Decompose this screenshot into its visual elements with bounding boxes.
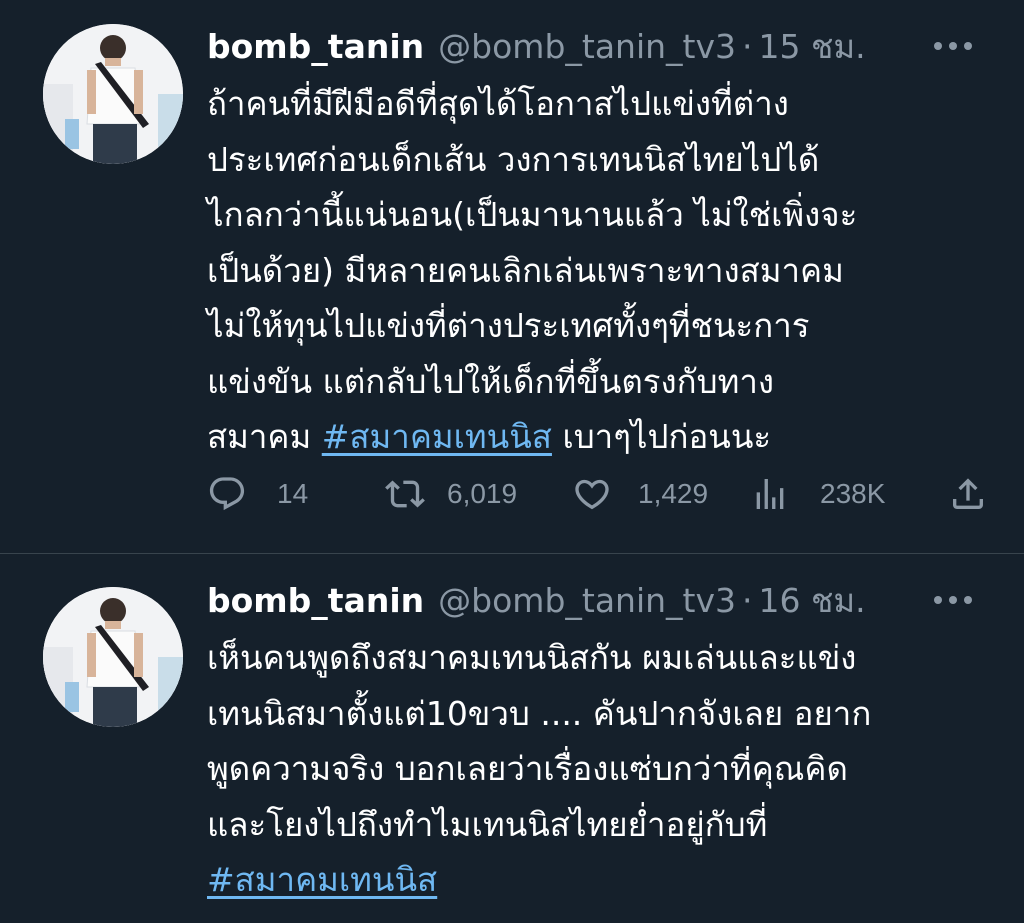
timestamp[interactable]: 16 ชม. (759, 574, 866, 627)
avatar[interactable] (43, 24, 183, 164)
retweet-button[interactable]: 6,019 (385, 470, 517, 518)
hashtag-link[interactable]: #สมาคมเทนนิส (322, 417, 552, 456)
retweet-icon (385, 480, 425, 508)
tweet-text-last-line: #สมาคมเทนนิส (207, 852, 997, 908)
tweet-text: ถ้าคนที่มีฝีมือดีที่สุดได้โอกาสไปแข่งที่… (207, 76, 997, 465)
like-button[interactable]: 1,429 (572, 470, 708, 518)
tweet-text-line: เป็นด้วย) มีหลายคนเลิกเล่นเพราะทางสมาคม (207, 250, 844, 290)
reply-button[interactable]: 14 (207, 470, 308, 518)
views-count: 238K (820, 478, 886, 509)
tweet[interactable]: bomb_tanin @bomb_tanin_tv3 · 15 ชม. ถ้าค… (0, 0, 1024, 554)
retweet-count: 6,019 (447, 478, 518, 509)
action-bar: 14 6,019 1,429 238K (207, 470, 997, 518)
more-options-icon[interactable] (934, 40, 974, 52)
tweet-text-line: ไม่ให้ทุนไปแข่งที่ต่างประเทศทั้งๆที่ชนะก… (207, 306, 810, 345)
tweet-text-line: พูดความจริง บอกเลยว่าเรื่องแซ่บกว่าที่คุ… (207, 749, 848, 788)
tweet-text-line: เห็นคนพูดถึงสมาคมเทนนิสกัน ผมเล่นและแข่ง (207, 638, 857, 677)
text-fragment: เบาๆไปก่อนนะ (551, 417, 772, 456)
author-handle[interactable]: @bomb_tanin_tv3 (438, 581, 736, 620)
tweet-header: bomb_tanin @bomb_tanin_tv3 · 15 ชม. (207, 26, 866, 66)
separator-dot: · (742, 580, 753, 620)
author-name[interactable]: bomb_tanin (207, 581, 424, 620)
tweet-text-last-line: สมาคม #สมาคมเทนนิส เบาๆไปก่อนนะ (207, 409, 997, 465)
reply-count: 14 (277, 478, 309, 509)
views-button[interactable]: 238K (750, 470, 885, 518)
views-icon (756, 479, 784, 509)
avatar-photo (43, 24, 183, 164)
tweet-text-line: ไกลกว่านี้แน่นอน(เป็นมานานแล้ว ไม่ใช่เพิ… (207, 195, 858, 234)
tweet-text-line: แข่งขัน แต่กลับไปให้เด็กที่ขึ้นตรงกับทาง (207, 361, 774, 401)
like-count: 1,429 (638, 478, 709, 509)
tweet-header: bomb_tanin @bomb_tanin_tv3 · 16 ชม. (207, 580, 866, 620)
share-button[interactable] (948, 470, 988, 518)
text-fragment: สมาคม (207, 417, 322, 456)
timestamp[interactable]: 15 ชม. (759, 20, 866, 73)
tweet-text: เห็นคนพูดถึงสมาคมเทนนิสกัน ผมเล่นและแข่ง… (207, 630, 997, 908)
separator-dot: · (742, 26, 753, 66)
share-icon (953, 478, 983, 509)
more-options-icon[interactable] (934, 594, 974, 606)
hashtag-link[interactable]: #สมาคมเทนนิส (207, 860, 437, 899)
tweet[interactable]: bomb_tanin @bomb_tanin_tv3 · 16 ชม. เห็น… (0, 554, 1024, 923)
author-name[interactable]: bomb_tanin (207, 27, 424, 66)
tweet-text-line: ถ้าคนที่มีฝีมือดีที่สุดได้โอกาสไปแข่งที่… (207, 84, 789, 123)
like-icon (575, 479, 609, 510)
avatar-photo (43, 587, 183, 727)
tweet-text-line: และโยงไปถึงทำไมเทนนิสไทยย่ำอยู่กับที่ (207, 804, 768, 844)
avatar[interactable] (43, 587, 183, 727)
author-handle[interactable]: @bomb_tanin_tv3 (438, 27, 736, 66)
tweet-text-line: ประเทศก่อนเด็กเส้น วงการเทนนิสไทยไปได้ (207, 139, 820, 179)
tweet-text-line: เทนนิสมาตั้งแต่10ขวบ .... คันปากจังเลย อ… (207, 693, 872, 733)
reply-icon (209, 477, 245, 511)
